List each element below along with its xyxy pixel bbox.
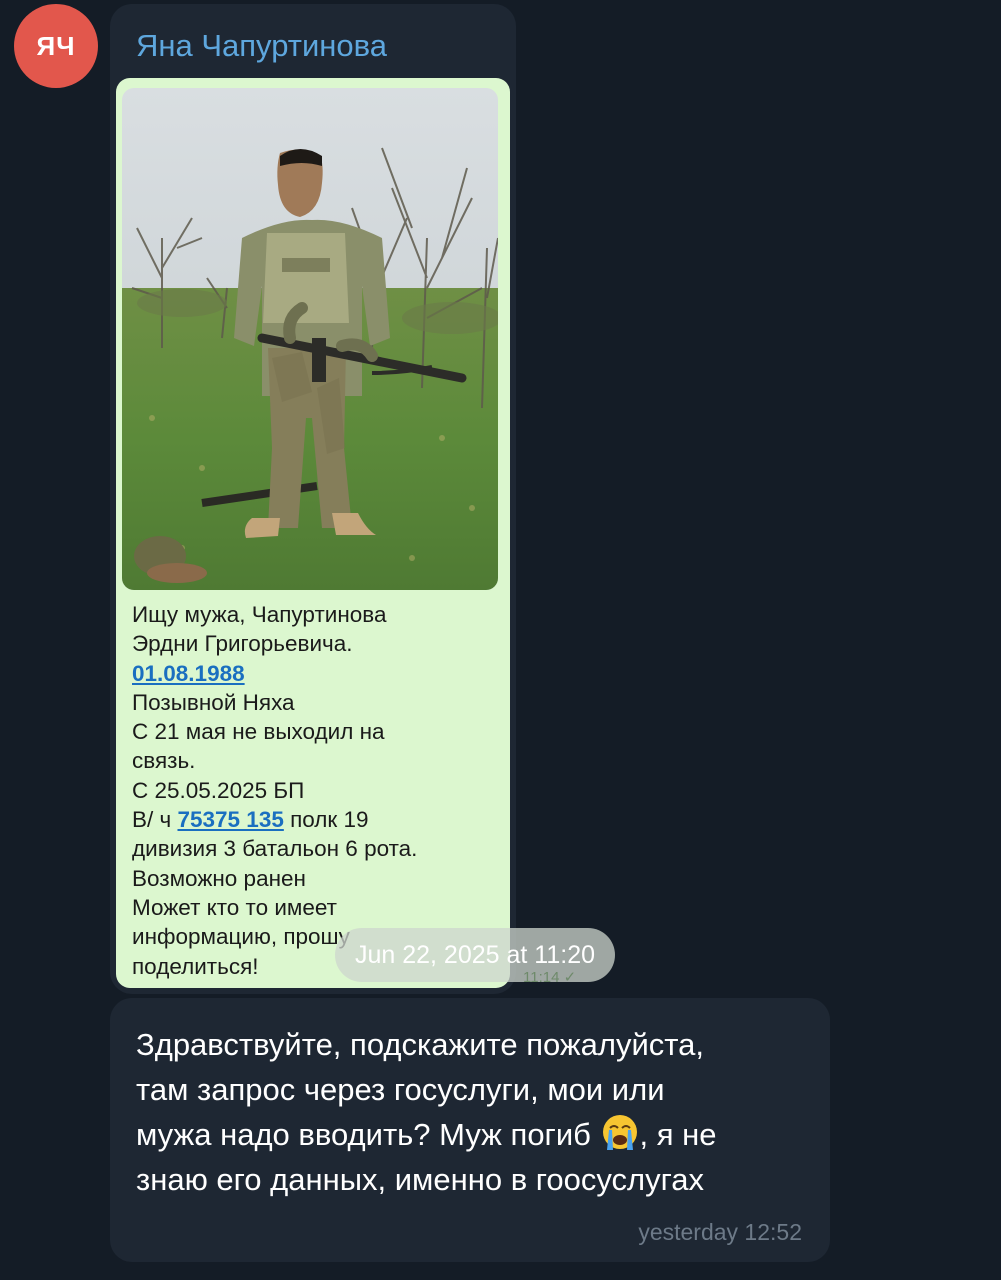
sender-avatar[interactable]: ЯЧ [14,4,98,88]
chat-screen: ЯЧ Яна Чапуртинова Ищу мужа, Чапуртинова… [0,0,1001,1280]
post-line: Может кто то имеет [132,894,337,920]
message-time: yesterday 12:52 [638,1219,802,1245]
forwarded-post-card[interactable]: Ищу мужа, Чапуртинова Эрдни Григорьевича… [116,78,510,988]
sender-name[interactable]: Яна Чапуртинова [136,28,387,64]
message-line-part: мужа надо вводить? Муж погиб [136,1117,600,1152]
post-line: Позывной Няха [132,689,295,715]
message-bubble-reply[interactable]: Здравствуйте, подскажите пожалуйста, там… [110,998,830,1262]
message-line-part: , я не [639,1117,717,1152]
post-line: С 25.05.2025 БП [132,777,305,803]
post-line: С 21 мая не выходил на [132,719,385,745]
date-link[interactable]: 01.08.1988 [132,661,245,686]
message-bubble-forwarded[interactable]: Яна Чапуртинова Ищу мужа, Чапуртинова Эр… [110,4,615,994]
message-text: Здравствуйте, подскажите пожалуйста, там… [136,1022,816,1202]
post-line-prefix: В/ ч [132,807,178,833]
message-line: Здравствуйте, подскажите пожалуйста, [136,1027,704,1062]
post-line-suffix: полк 19 [283,807,369,833]
unit-number-link[interactable]: 75375 135 [177,807,283,832]
soldier-photo[interactable] [122,88,498,590]
avatar-initials: ЯЧ [36,30,76,61]
message-line: там запрос через госуслуги, мои или [136,1072,665,1107]
post-line: дивизия 3 батальон 6 рота. [132,836,418,862]
post-line: связь. [132,748,196,774]
post-line: Ищу мужа, Чапуртинова [132,602,387,627]
forwarded-post-text: Ищу мужа, Чапуртинова Эрдни Григорьевича… [132,600,502,981]
post-line: Возможно ранен [132,865,306,891]
message-line: знаю его данных, именно в гоосуслугах [136,1162,704,1197]
crying-face-icon [602,1115,637,1150]
forwarded-post-time: 11:14 ✓ [523,969,577,986]
post-line: Эрдни Григорьевича. [132,631,353,657]
